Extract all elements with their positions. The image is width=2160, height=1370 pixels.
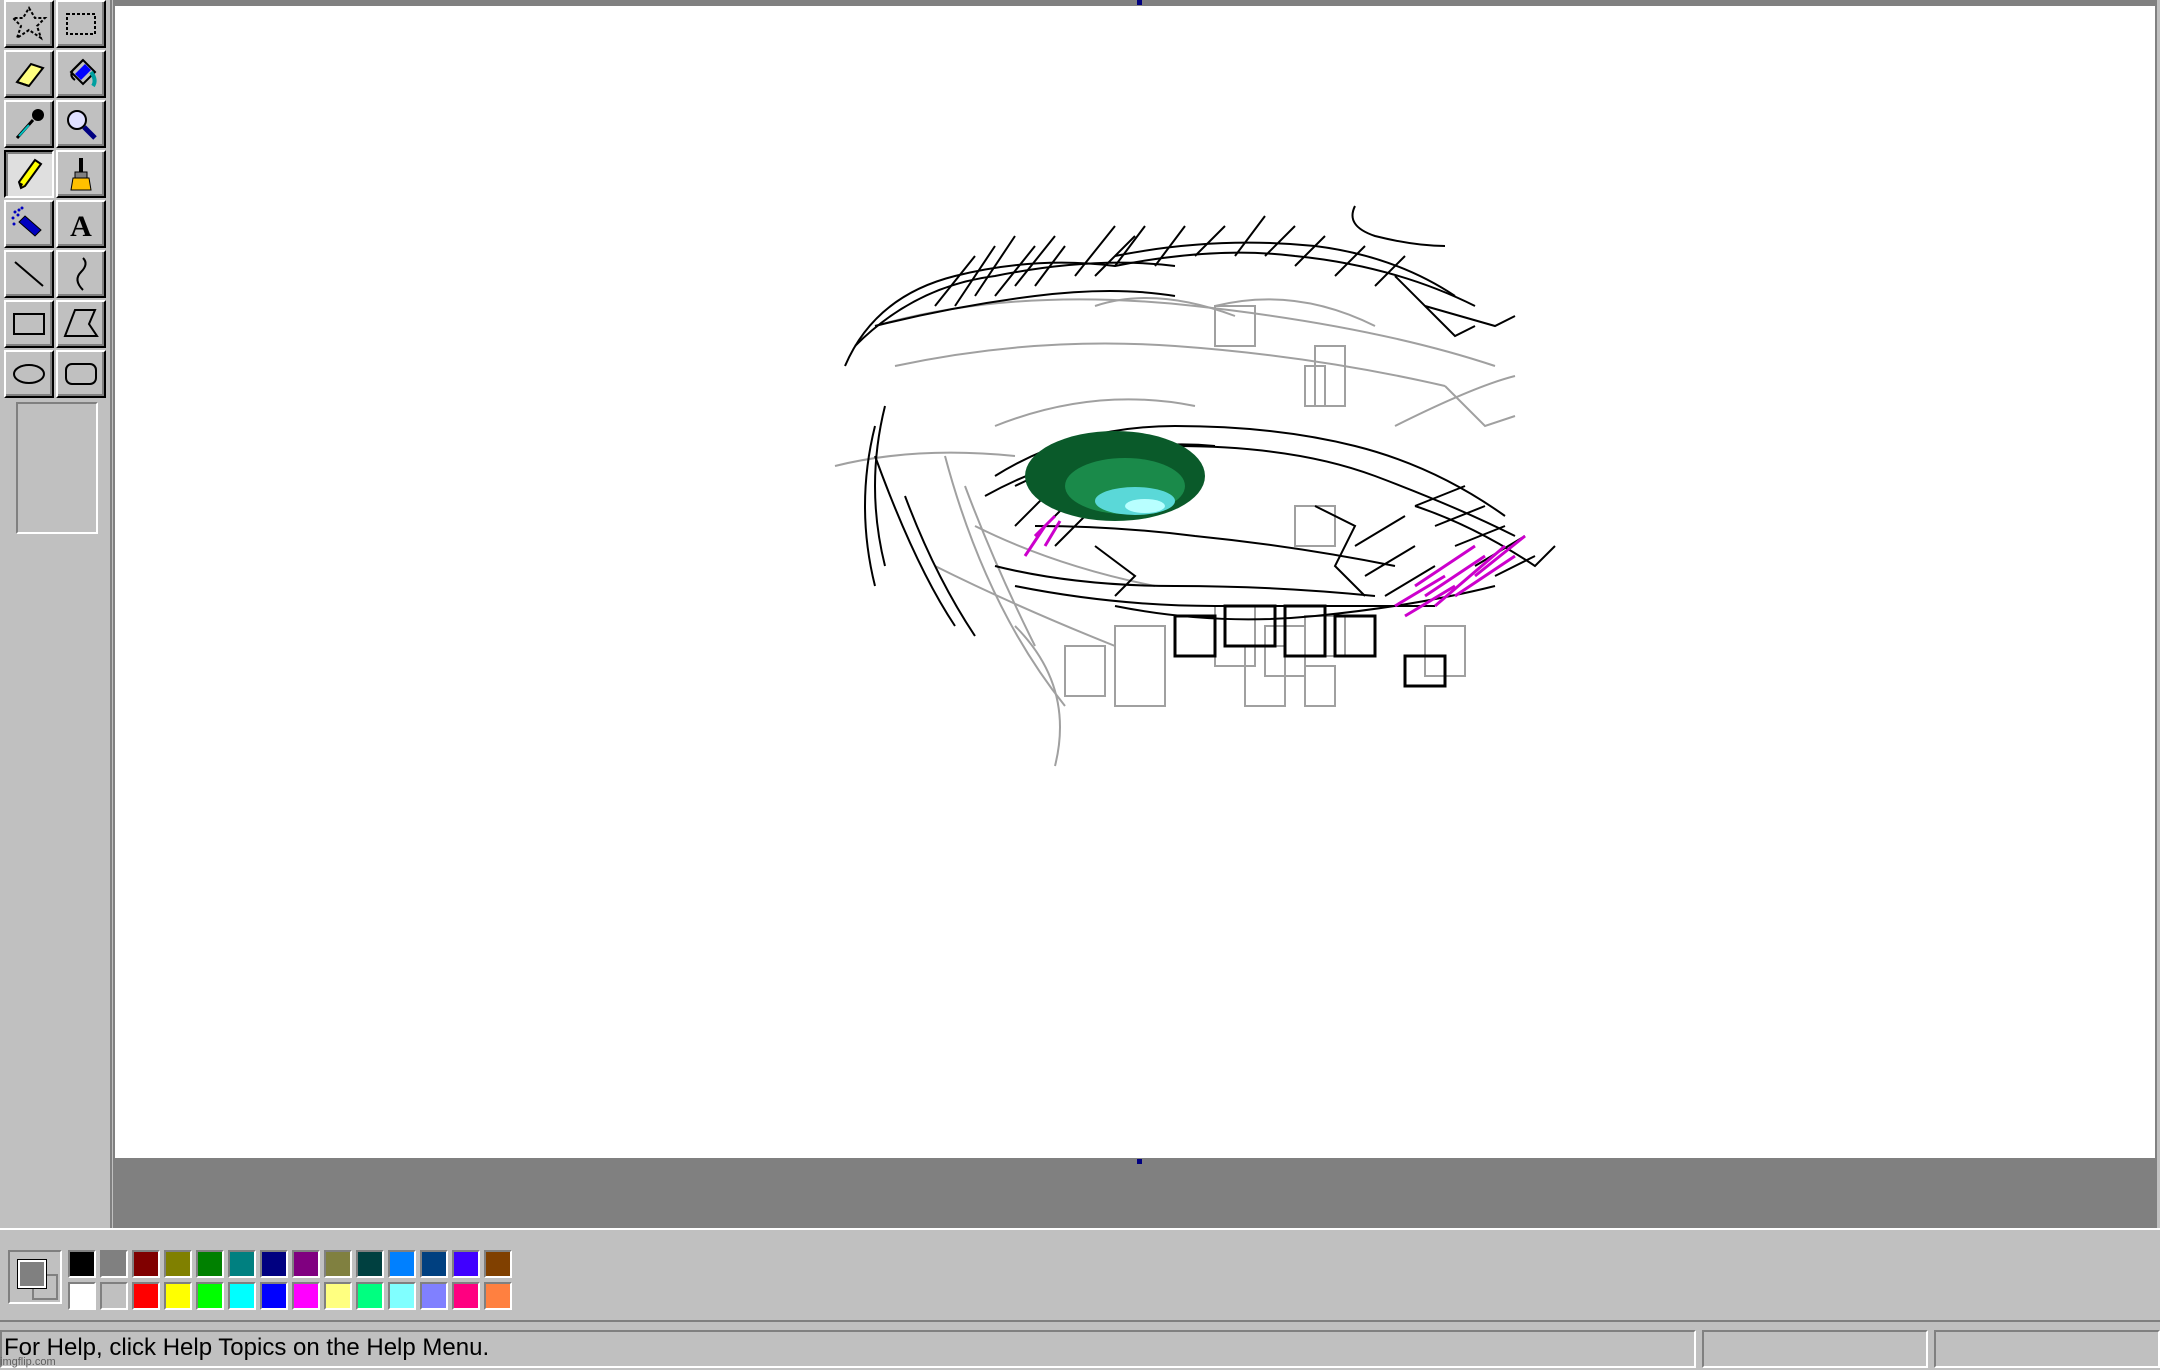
status-size-pane bbox=[1934, 1330, 2160, 1368]
black-blocks bbox=[1173, 604, 1447, 688]
ellipse-icon bbox=[13, 364, 45, 384]
rounded-rectangle-tool[interactable] bbox=[56, 350, 106, 398]
magenta-strokes bbox=[1023, 514, 1526, 618]
rect-select-icon bbox=[66, 13, 96, 35]
line-tool[interactable] bbox=[4, 250, 54, 298]
foreground-color bbox=[18, 1260, 46, 1288]
rounded-rectangle-icon bbox=[65, 363, 97, 385]
palette-swatch[interactable] bbox=[228, 1282, 256, 1310]
fill-tool[interactable] bbox=[56, 50, 106, 98]
canvas-resize-handle-bottom[interactable] bbox=[1137, 1159, 1142, 1164]
text-icon: A bbox=[70, 210, 92, 243]
text-tool[interactable]: A bbox=[56, 200, 106, 248]
palette-swatch[interactable] bbox=[164, 1282, 192, 1310]
color-palette bbox=[0, 1228, 2160, 1320]
palette-swatch[interactable] bbox=[68, 1282, 96, 1310]
polygon-icon bbox=[63, 309, 99, 337]
palette-swatch[interactable] bbox=[132, 1282, 160, 1310]
palette-swatch[interactable] bbox=[292, 1282, 320, 1310]
palette-swatch[interactable] bbox=[100, 1282, 128, 1310]
palette-swatch[interactable] bbox=[356, 1250, 384, 1278]
polygon-tool[interactable] bbox=[56, 300, 106, 348]
palette-swatch[interactable] bbox=[420, 1250, 448, 1278]
canvas-resize-handle-top[interactable] bbox=[1137, 0, 1142, 5]
rectangle-tool[interactable] bbox=[4, 300, 54, 348]
eraser-icon bbox=[15, 62, 45, 88]
gray-sketch-lines bbox=[834, 297, 1516, 767]
palette-swatch[interactable] bbox=[388, 1250, 416, 1278]
palette-swatch[interactable] bbox=[68, 1250, 96, 1278]
iris bbox=[1025, 431, 1205, 521]
palette-swatch[interactable] bbox=[196, 1250, 224, 1278]
eraser-tool[interactable] bbox=[4, 50, 54, 98]
brush-tool[interactable] bbox=[56, 150, 106, 198]
canvas-workspace bbox=[113, 0, 2157, 1228]
curve-icon bbox=[76, 257, 87, 291]
brush-icon bbox=[70, 158, 92, 191]
palette-swatch[interactable] bbox=[260, 1282, 288, 1310]
black-hatching bbox=[934, 215, 1536, 597]
palette-swatch[interactable] bbox=[484, 1282, 512, 1310]
airbrush-icon bbox=[11, 206, 42, 237]
tool-options-box[interactable] bbox=[16, 402, 98, 534]
eye-sketch-drawing bbox=[834, 205, 1556, 767]
line-icon bbox=[14, 261, 44, 287]
magnifier-tool[interactable] bbox=[56, 100, 106, 148]
status-help-text: For Help, click Help Topics on the Help … bbox=[0, 1330, 1696, 1368]
palette-swatch[interactable] bbox=[452, 1250, 480, 1278]
free-form-select-icon bbox=[10, 6, 48, 41]
rectangle-icon bbox=[13, 313, 45, 335]
status-coordinates-pane bbox=[1702, 1330, 1928, 1368]
black-sketch-lines bbox=[844, 205, 1556, 637]
palette-swatch[interactable] bbox=[292, 1250, 320, 1278]
drawing-canvas[interactable] bbox=[115, 6, 2155, 1158]
palette-swatch[interactable] bbox=[324, 1282, 352, 1310]
eyedropper-icon bbox=[15, 109, 44, 139]
palette-swatch[interactable] bbox=[132, 1250, 160, 1278]
ellipse-tool[interactable] bbox=[4, 350, 54, 398]
palette-swatch[interactable] bbox=[484, 1250, 512, 1278]
airbrush-tool[interactable] bbox=[4, 200, 54, 248]
text-tool-glyph: A bbox=[70, 210, 92, 243]
pencil-tool[interactable] bbox=[4, 150, 54, 198]
curve-tool[interactable] bbox=[56, 250, 106, 298]
palette-swatch[interactable] bbox=[388, 1282, 416, 1310]
palette-swatch[interactable] bbox=[324, 1250, 352, 1278]
palette-swatch[interactable] bbox=[420, 1282, 448, 1310]
palette-swatch[interactable] bbox=[260, 1250, 288, 1278]
palette-swatch[interactable] bbox=[452, 1282, 480, 1310]
pencil-icon bbox=[17, 158, 43, 190]
free-form-select-tool[interactable] bbox=[4, 0, 54, 48]
palette-swatch[interactable] bbox=[228, 1250, 256, 1278]
magnifier-icon bbox=[67, 110, 97, 140]
palette-swatch[interactable] bbox=[356, 1282, 384, 1310]
palette-swatch[interactable] bbox=[100, 1250, 128, 1278]
fill-bucket-icon bbox=[69, 58, 97, 88]
palette-swatch[interactable] bbox=[196, 1282, 224, 1310]
palette-swatch[interactable] bbox=[164, 1250, 192, 1278]
rect-select-tool[interactable] bbox=[56, 0, 106, 48]
current-colors-indicator bbox=[8, 1250, 62, 1304]
pick-color-tool[interactable] bbox=[4, 100, 54, 148]
status-bar: For Help, click Help Topics on the Help … bbox=[0, 1320, 2160, 1370]
toolbox: A bbox=[0, 0, 112, 1228]
watermark: imgflip.com bbox=[0, 1356, 56, 1368]
